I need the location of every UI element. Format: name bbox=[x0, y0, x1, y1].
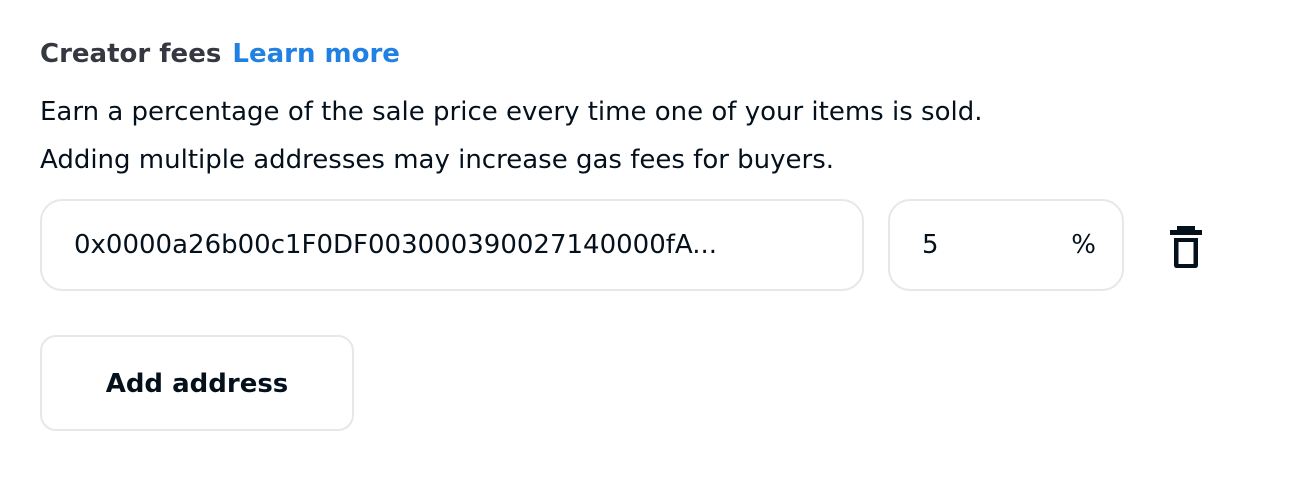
address-value: 0x0000a26b00c1F0DF003000390027140000fA..… bbox=[74, 230, 718, 260]
creator-fees-section: Creator fees Learn more Earn a percentag… bbox=[40, 34, 1280, 184]
description-line-1: Earn a percentage of the sale price ever… bbox=[40, 97, 983, 127]
percentage-input[interactable]: 5 % bbox=[888, 199, 1124, 291]
creator-fees-title: Creator fees bbox=[40, 39, 222, 69]
add-address-button[interactable]: Add address bbox=[40, 335, 354, 431]
percent-suffix: % bbox=[1071, 230, 1096, 260]
trash-icon[interactable] bbox=[1166, 225, 1206, 269]
fee-recipient-row: 0x0000a26b00c1F0DF003000390027140000fA..… bbox=[40, 199, 1240, 295]
creator-fees-description: Earn a percentage of the sale price ever… bbox=[40, 88, 1260, 184]
percentage-value: 5 bbox=[922, 230, 939, 260]
learn-more-link[interactable]: Learn more bbox=[232, 39, 400, 69]
creator-fees-heading: Creator fees Learn more bbox=[40, 34, 1280, 74]
address-input[interactable]: 0x0000a26b00c1F0DF003000390027140000fA..… bbox=[40, 199, 864, 291]
description-line-2: Adding multiple addresses may increase g… bbox=[40, 145, 835, 175]
